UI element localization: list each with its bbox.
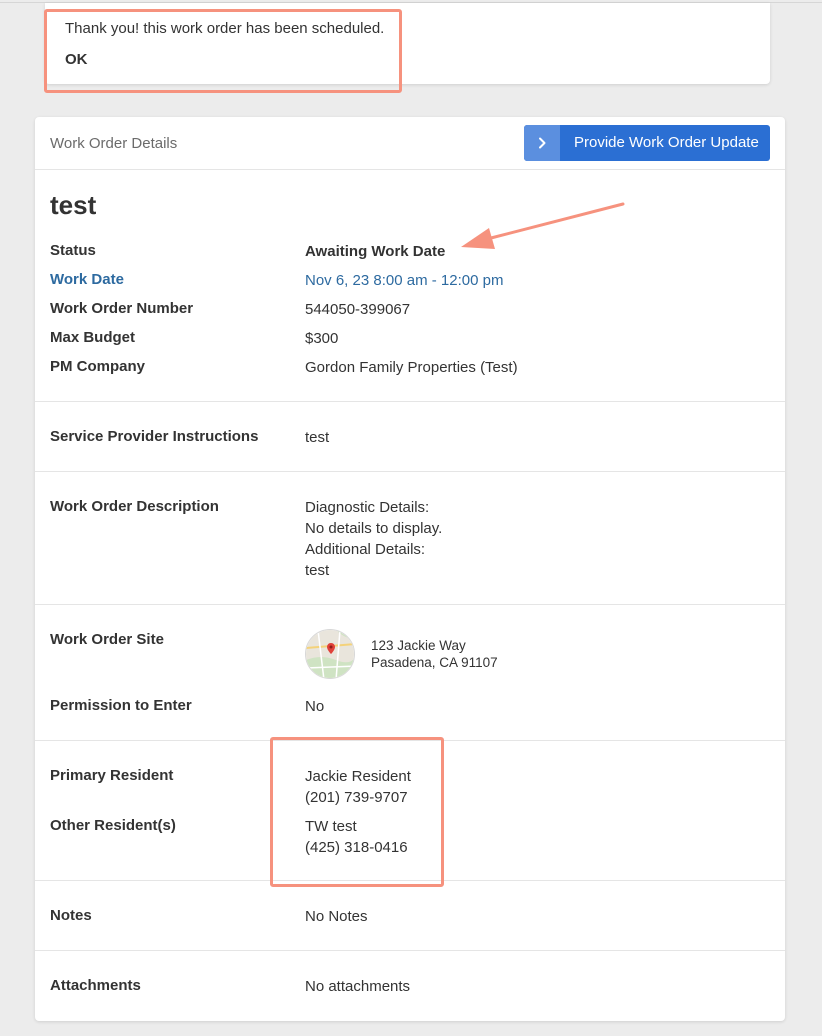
work-date-value[interactable]: Nov 6, 23 8:00 am - 12:00 pm xyxy=(305,270,503,291)
status-label: Status xyxy=(50,242,96,259)
other-residents-label: Other Resident(s) xyxy=(50,817,176,834)
toast-ok-button[interactable]: OK xyxy=(65,51,88,68)
work-order-details-card: Work Order Details Provide Work Order Up… xyxy=(35,117,785,1021)
primary-resident-label: Primary Resident xyxy=(50,767,174,784)
confirmation-toast: Thank you! this work order has been sche… xyxy=(45,3,770,84)
section-divider xyxy=(35,401,785,402)
toast-message: Thank you! this work order has been sche… xyxy=(65,20,385,37)
notes-label: Notes xyxy=(50,907,92,924)
work-order-number-value: 544050-399067 xyxy=(305,301,411,318)
instructions-label: Service Provider Instructions xyxy=(50,428,259,445)
work-order-title: test xyxy=(50,190,97,220)
pm-company-label: PM Company xyxy=(50,358,146,375)
instructions-value: test xyxy=(305,429,330,446)
work-date-link[interactable]: Work Date xyxy=(50,271,124,288)
primary-resident-phone: (201) 739-9707 xyxy=(305,789,408,806)
primary-resident-value: Jackie Resident (201) 739-9707 xyxy=(305,766,411,808)
primary-resident-name: Jackie Resident xyxy=(305,768,411,785)
address-line1: 123 Jackie Way xyxy=(371,638,466,653)
section-divider xyxy=(35,950,785,951)
chevron-right-icon xyxy=(524,125,560,161)
provide-update-button[interactable]: Provide Work Order Update xyxy=(524,125,770,161)
description-value: Diagnostic Details: No details to displa… xyxy=(305,497,442,581)
card-title: Work Order Details xyxy=(50,135,178,152)
other-resident-value: TW test (425) 318-0416 xyxy=(305,816,408,858)
map-thumbnail-icon[interactable] xyxy=(305,629,355,679)
work-order-number-label: Work Order Number xyxy=(50,300,194,317)
address-line2: Pasadena, CA 91107 xyxy=(371,655,498,670)
work-order-site-label: Work Order Site xyxy=(50,631,164,648)
status-value: Awaiting Work Date xyxy=(305,243,446,260)
permission-value: No xyxy=(305,698,325,715)
card-header: Work Order Details Provide Work Order Up… xyxy=(35,117,785,170)
notes-value: No Notes xyxy=(305,908,368,925)
pm-company-value: Gordon Family Properties (Test) xyxy=(305,359,518,376)
other-resident-phone: (425) 318-0416 xyxy=(305,839,408,856)
site-address: 123 Jackie Way Pasadena, CA 91107 xyxy=(371,637,498,671)
other-resident-name: TW test xyxy=(305,818,357,835)
section-divider xyxy=(35,604,785,605)
section-divider xyxy=(35,471,785,472)
section-divider xyxy=(35,740,785,741)
description-line: Diagnostic Details: xyxy=(305,499,430,516)
attachments-label: Attachments xyxy=(50,977,141,994)
permission-label: Permission to Enter xyxy=(50,697,192,714)
attachments-value: No attachments xyxy=(305,978,411,995)
provide-update-label: Provide Work Order Update xyxy=(574,134,759,151)
max-budget-label: Max Budget xyxy=(50,329,136,346)
description-line: No details to display. xyxy=(305,520,443,537)
max-budget-value: $300 xyxy=(305,330,339,347)
description-line: test xyxy=(305,562,330,579)
description-label: Work Order Description xyxy=(50,498,219,515)
section-divider xyxy=(35,880,785,881)
description-line: Additional Details: xyxy=(305,541,426,558)
